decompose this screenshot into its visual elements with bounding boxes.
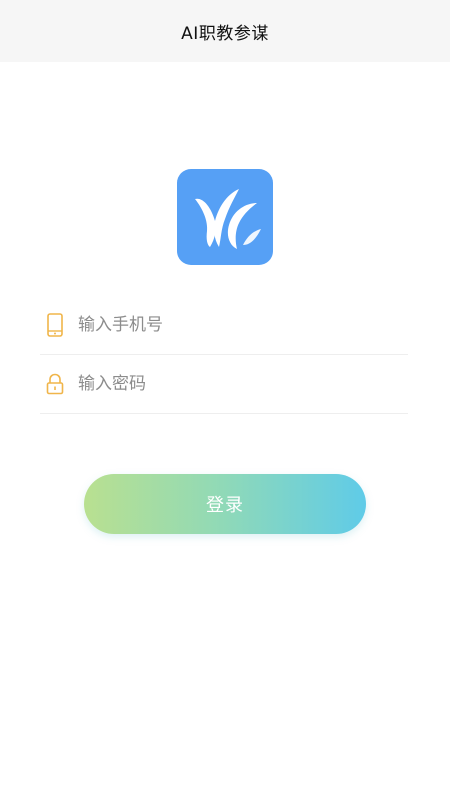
phone-icon (42, 312, 68, 338)
phone-input[interactable] (78, 310, 408, 340)
page-title: AI职教参谋 (181, 23, 269, 44)
lock-icon (42, 371, 68, 397)
login-page: AI职教参谋 登录 (0, 0, 450, 800)
navigation-bar: AI职教参谋 (0, 0, 450, 62)
phone-field-row (40, 296, 408, 355)
app-logo-icon (195, 189, 261, 249)
app-logo (177, 169, 273, 265)
password-input[interactable] (78, 369, 408, 399)
password-field-row (40, 355, 408, 414)
login-button[interactable]: 登录 (84, 474, 366, 534)
